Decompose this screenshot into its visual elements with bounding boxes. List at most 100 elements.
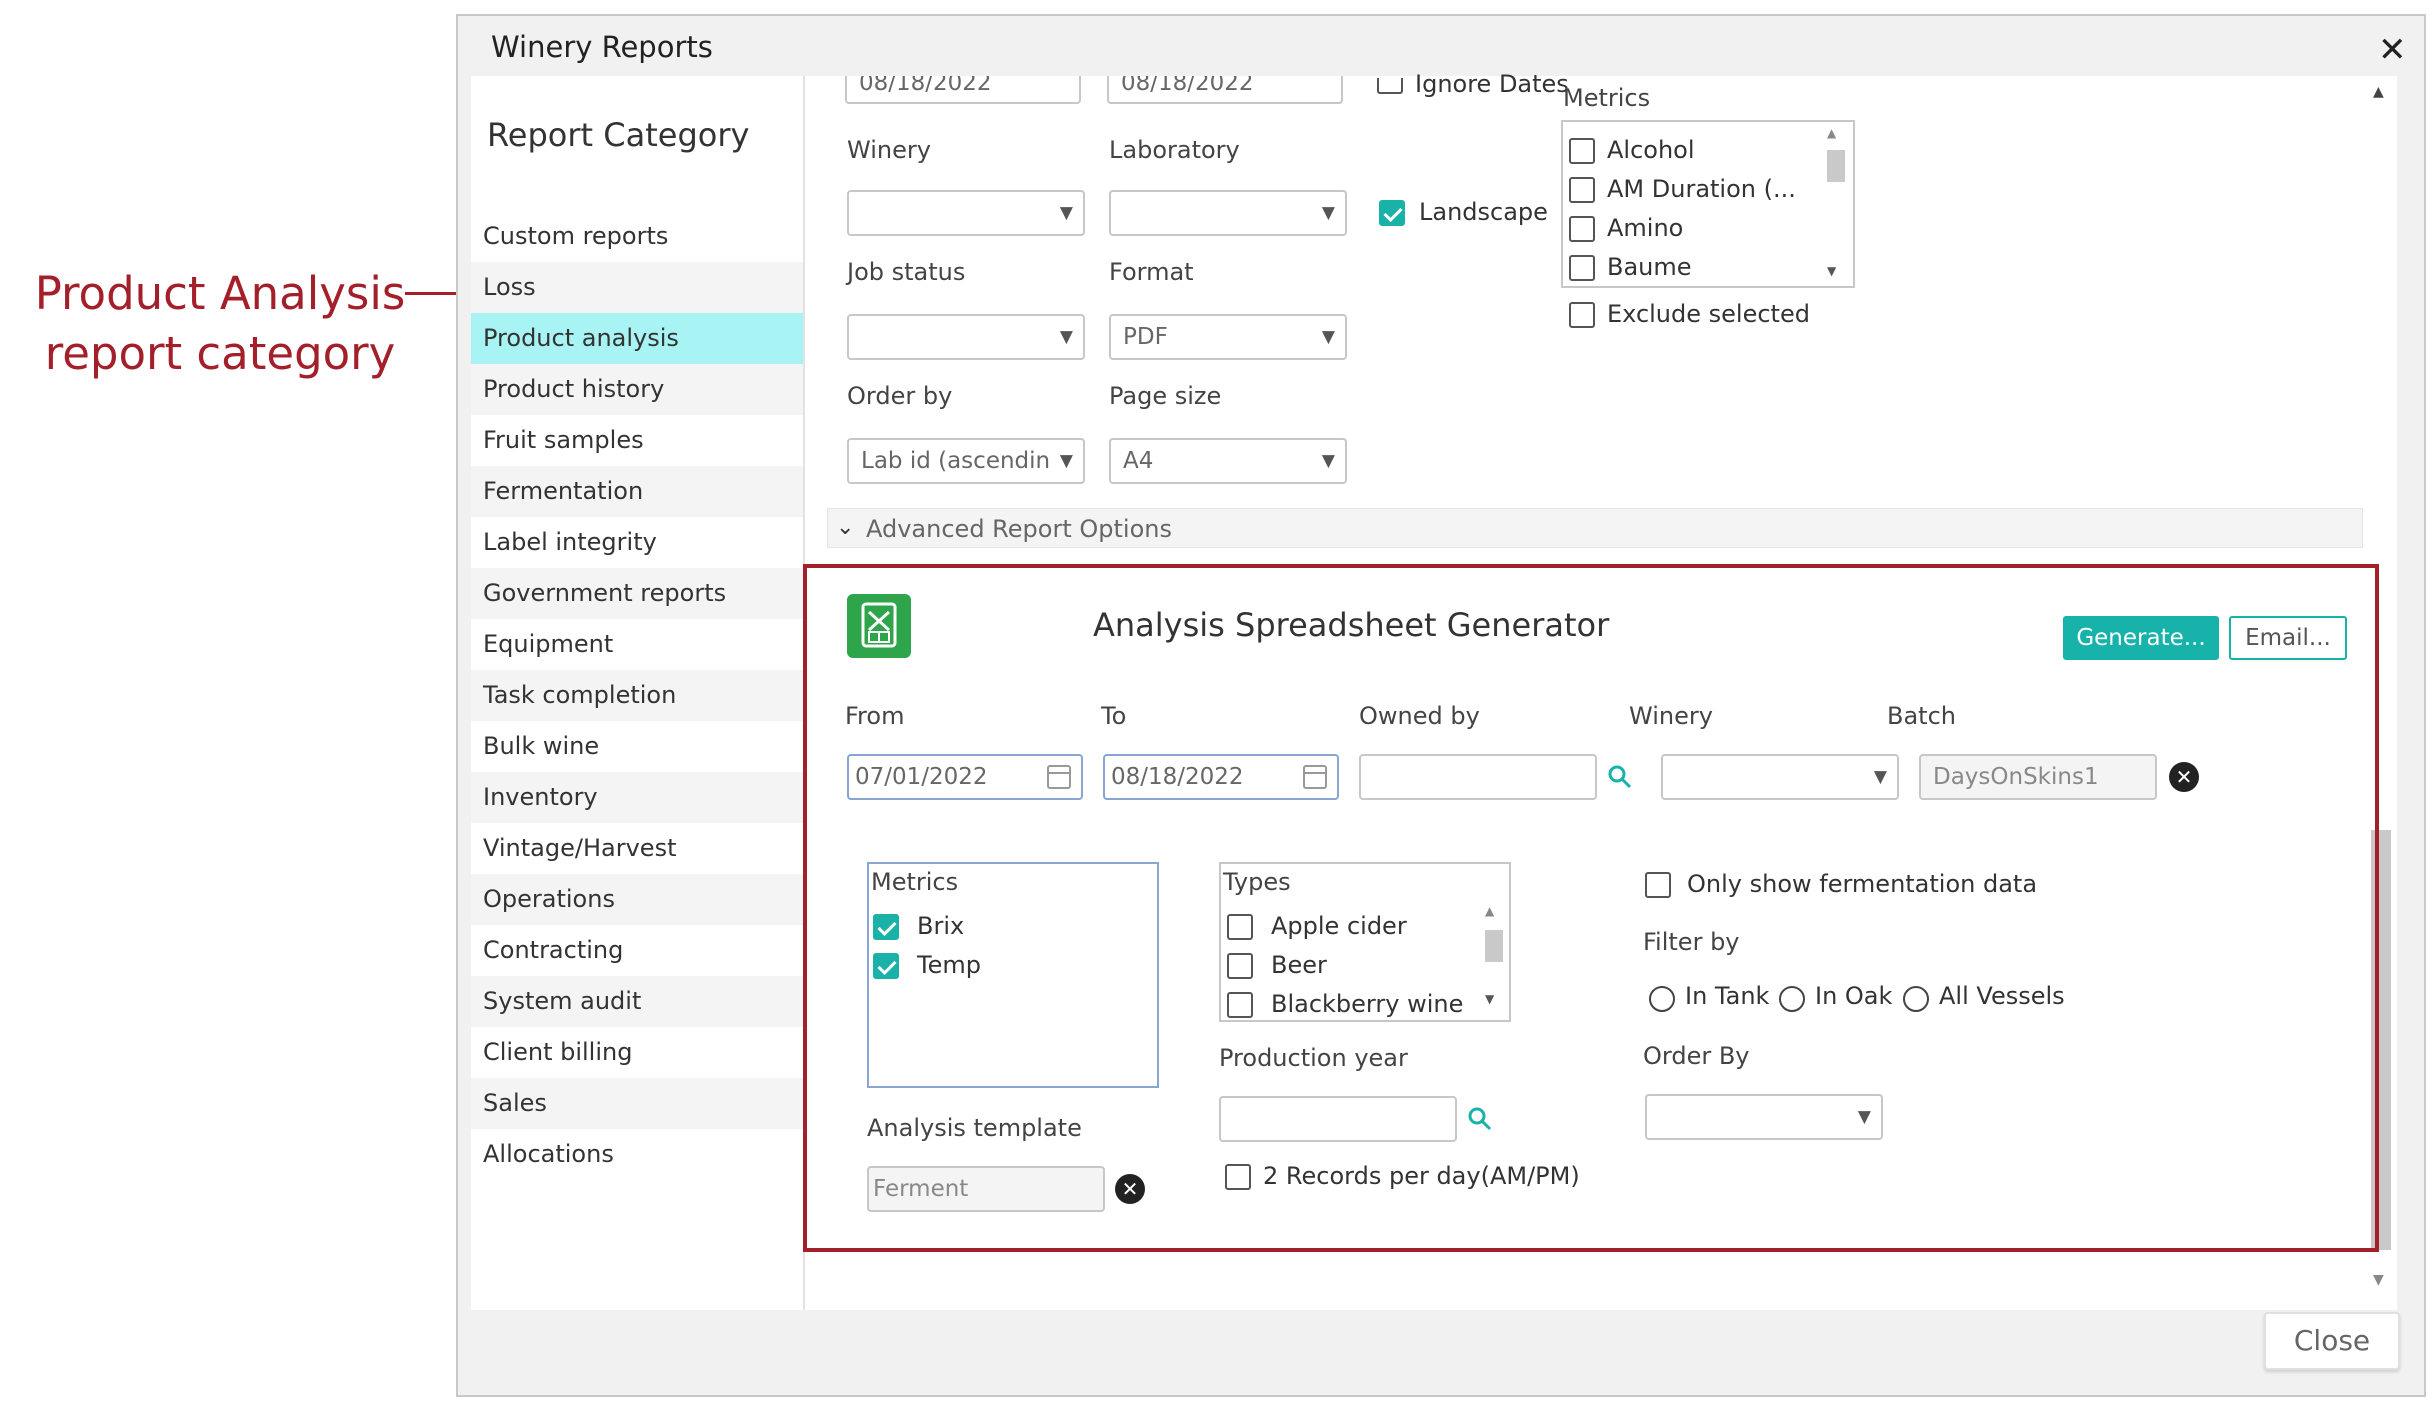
owned-by-label: Owned by (1359, 702, 1480, 730)
email-button[interactable]: Email... (2229, 616, 2347, 660)
format-select[interactable]: PDF ▼ (1109, 314, 1347, 360)
sidebar-item-loss[interactable]: Loss (471, 262, 803, 313)
owned-by-input[interactable] (1359, 754, 1597, 800)
two-records-checkbox[interactable] (1225, 1164, 1251, 1190)
chevron-down-icon: ▼ (1059, 327, 1073, 347)
order-by-select[interactable]: Lab id (ascendin ▼ (847, 438, 1085, 484)
sidebar-item-allocations[interactable]: Allocations (471, 1129, 803, 1180)
production-year-input[interactable] (1219, 1096, 1457, 1142)
scrollbar[interactable]: ▲ ▼ (1481, 904, 1507, 1020)
type-checkbox[interactable] (1227, 953, 1253, 979)
scroll-up-icon[interactable]: ▲ (1827, 126, 1836, 140)
generator-metrics-label: Metrics (871, 868, 959, 896)
scrollbar[interactable]: ▲ ▼ (1819, 122, 1851, 286)
sidebar-item-equipment[interactable]: Equipment (471, 619, 803, 670)
job-status-select[interactable]: ▼ (847, 314, 1085, 360)
scroll-up-icon[interactable]: ▲ (2373, 84, 2384, 100)
clear-batch-icon[interactable]: ✕ (2169, 762, 2199, 792)
metric-checkbox[interactable] (1569, 255, 1595, 281)
scroll-thumb[interactable] (1485, 930, 1503, 962)
order-by-select[interactable]: ▼ (1645, 1094, 1883, 1140)
to-date-field[interactable]: 08/18/2022 (1107, 76, 1343, 104)
calendar-icon[interactable] (1303, 765, 1327, 789)
sidebar-item-operations[interactable]: Operations (471, 874, 803, 925)
types-list[interactable]: Types Apple cider Beer Blackberry wine ▲ ▼ (1219, 862, 1511, 1022)
winery-select[interactable]: ▼ (1661, 754, 1899, 800)
winery-reports-dialog: Winery Reports ✕ Report Category Custom … (456, 14, 2426, 1397)
ignore-dates-checkbox[interactable] (1377, 78, 1403, 94)
sidebar-item-product-history[interactable]: Product history (471, 364, 803, 415)
laboratory-select[interactable]: ▼ (1109, 190, 1347, 236)
scroll-down-icon[interactable]: ▼ (2373, 1272, 2384, 1288)
job-status-label: Job status (847, 258, 966, 286)
close-button[interactable]: Close (2264, 1312, 2400, 1370)
analysis-template-input[interactable]: Ferment (867, 1166, 1105, 1212)
metric-label: Baume (1607, 253, 1692, 281)
metric-label: AM Duration (... (1607, 175, 1796, 203)
format-label: Format (1109, 258, 1194, 286)
batch-label: Batch (1887, 702, 1956, 730)
metric-checkbox[interactable] (1569, 216, 1595, 242)
sidebar-item-system-audit[interactable]: System audit (471, 976, 803, 1027)
type-checkbox[interactable] (1227, 914, 1253, 940)
winery-label: Winery (847, 136, 931, 164)
scroll-thumb[interactable] (1827, 150, 1845, 182)
landscape-checkbox[interactable] (1379, 200, 1405, 226)
sidebar-item-fermentation[interactable]: Fermentation (471, 466, 803, 517)
close-icon[interactable]: ✕ (2378, 30, 2407, 70)
sidebar-item-sales[interactable]: Sales (471, 1078, 803, 1129)
batch-input[interactable]: DaysOnSkins1 (1919, 754, 2157, 800)
annotation-label: Product Analysis report category (20, 264, 420, 384)
sidebar-item-label-integrity[interactable]: Label integrity (471, 517, 803, 568)
from-date-field[interactable]: 08/18/2022 (845, 76, 1081, 104)
metric-checkbox[interactable] (1569, 138, 1595, 164)
metric-checkbox[interactable] (873, 914, 899, 940)
sidebar-item-bulk-wine[interactable]: Bulk wine (471, 721, 803, 772)
type-checkbox[interactable] (1227, 992, 1253, 1018)
sidebar-item-product-analysis[interactable]: Product analysis (471, 313, 803, 364)
metric-checkbox[interactable] (1569, 177, 1595, 203)
chevron-down-icon: ▼ (1321, 327, 1335, 347)
chevron-down-icon: ▼ (1873, 767, 1887, 787)
metric-checkbox[interactable] (873, 953, 899, 979)
ignore-dates-label: Ignore Dates (1415, 70, 1569, 98)
calendar-icon[interactable] (1047, 765, 1071, 789)
sidebar-item-client-billing[interactable]: Client billing (471, 1027, 803, 1078)
sidebar-item-government-reports[interactable]: Government reports (471, 568, 803, 619)
filter-radio-in-tank[interactable] (1649, 986, 1675, 1012)
sidebar-item-inventory[interactable]: Inventory (471, 772, 803, 823)
production-year-label: Production year (1219, 1044, 1408, 1072)
search-icon[interactable] (1467, 1106, 1493, 1132)
filter-radio-all-vessels[interactable] (1903, 986, 1929, 1012)
to-date-input[interactable]: 08/18/2022 (1103, 754, 1339, 800)
exclude-selected-label: Exclude selected (1607, 300, 1810, 328)
sidebar-item-task-completion[interactable]: Task completion (471, 670, 803, 721)
dialog-title: Winery Reports (491, 30, 713, 64)
scroll-down-icon[interactable]: ▼ (1827, 264, 1836, 278)
report-category-sidebar: Report Category Custom reports Loss Produc… (471, 76, 803, 1310)
from-date-input[interactable]: 07/01/2022 (847, 754, 1083, 800)
scroll-down-icon[interactable]: ▼ (1485, 992, 1494, 1006)
generator-metrics-list[interactable]: Metrics Brix Temp (867, 862, 1159, 1088)
order-by-label: Order By (1643, 1042, 1750, 1070)
advanced-report-options-toggle[interactable]: ⌄ Advanced Report Options (827, 508, 2363, 548)
chevron-down-icon: ▼ (1321, 203, 1335, 223)
scroll-up-icon[interactable]: ▲ (1485, 904, 1494, 918)
search-icon[interactable] (1607, 764, 1633, 790)
sidebar-item-vintage-harvest[interactable]: Vintage/Harvest (471, 823, 803, 874)
sidebar-item-custom-reports[interactable]: Custom reports (471, 211, 803, 262)
two-records-label: 2 Records per day(AM/PM) (1263, 1162, 1580, 1190)
clear-template-icon[interactable]: ✕ (1115, 1174, 1145, 1204)
page-size-select[interactable]: A4 ▼ (1109, 438, 1347, 484)
generate-button[interactable]: Generate... (2063, 616, 2219, 660)
filter-radio-in-oak[interactable] (1779, 986, 1805, 1012)
sidebar-item-contracting[interactable]: Contracting (471, 925, 803, 976)
analysis-spreadsheet-generator-panel: Analysis Spreadsheet Generator Generate.… (803, 564, 2379, 1252)
winery-select[interactable]: ▼ (847, 190, 1085, 236)
only-fermentation-checkbox[interactable] (1645, 872, 1671, 898)
exclude-selected-checkbox[interactable] (1569, 302, 1595, 328)
annotation-line2: report category (44, 327, 396, 380)
sidebar-item-fruit-samples[interactable]: Fruit samples (471, 415, 803, 466)
metrics-list[interactable]: AlcoholAM Duration (...AminoBaumeBrixBun… (1561, 120, 1855, 288)
advanced-options-label: Advanced Report Options (866, 515, 1172, 543)
